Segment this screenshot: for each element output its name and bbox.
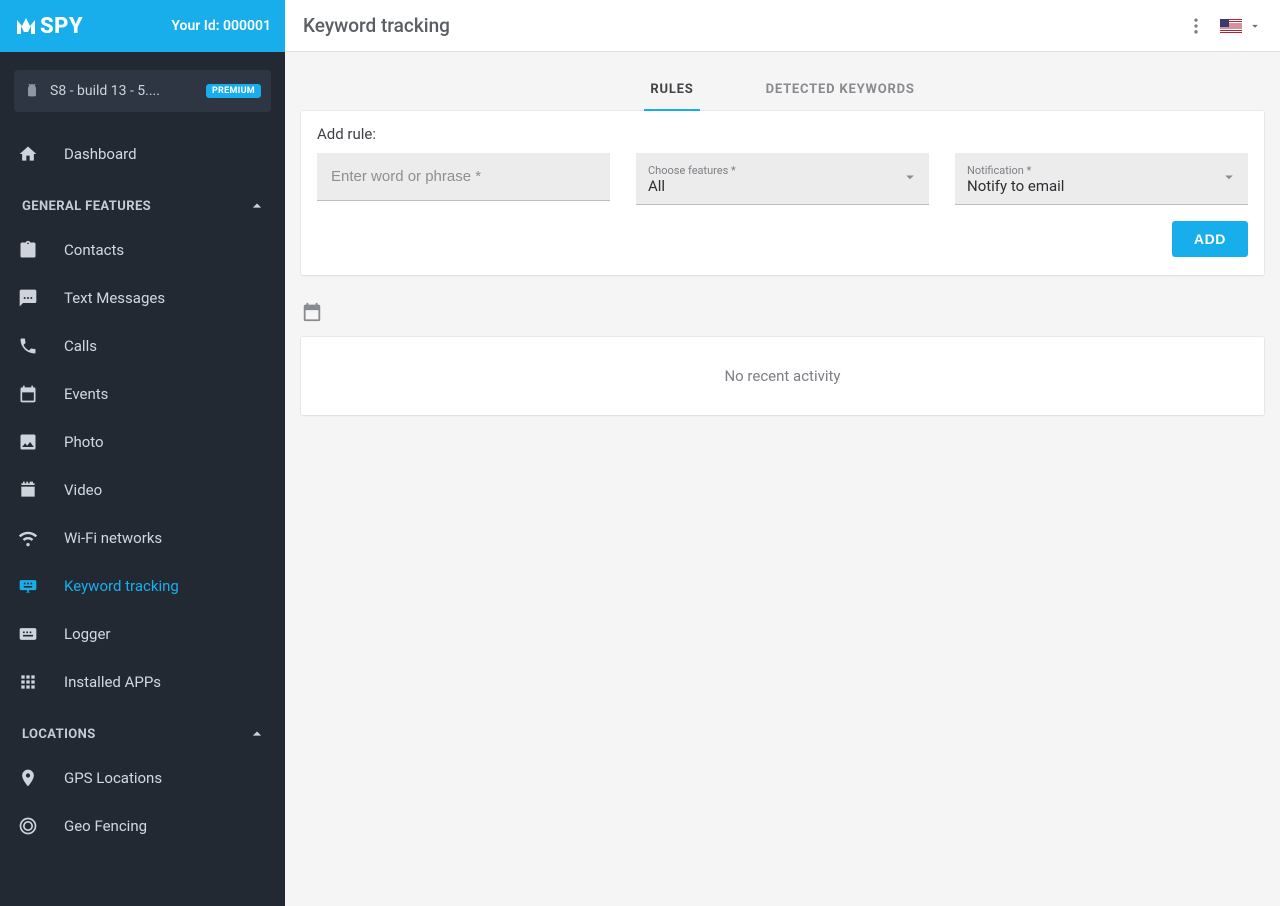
logo-mark-icon	[14, 14, 38, 38]
language-selector[interactable]	[1220, 19, 1262, 33]
notification-value: Notify to email	[967, 177, 1064, 195]
topbar-right	[1186, 16, 1262, 36]
add-rule-heading: Add rule:	[317, 125, 1248, 143]
nav-label: Keyword tracking	[64, 577, 179, 595]
android-icon	[24, 83, 40, 99]
chevron-up-icon	[247, 196, 267, 216]
logger-icon	[18, 624, 38, 644]
features-label: Choose features *	[648, 164, 736, 177]
tab-detected-keywords[interactable]: DETECTED KEYWORDS	[760, 72, 921, 111]
nav-dashboard[interactable]: Dashboard	[0, 130, 285, 178]
clipboard-icon	[18, 240, 38, 260]
features-value: All	[648, 177, 665, 195]
nav-video[interactable]: Video	[0, 466, 285, 514]
notification-label: Notification *	[967, 164, 1031, 177]
nav-keyword-tracking[interactable]: Keyword tracking	[0, 562, 285, 610]
tabs: RULES DETECTED KEYWORDS	[285, 52, 1280, 111]
nav-photo[interactable]: Photo	[0, 418, 285, 466]
sidebar: SPY Your Id: 000001 S8 - build 13 - 5...…	[0, 0, 285, 906]
chevron-up-icon	[247, 724, 267, 744]
section-general-features[interactable]: GENERAL FEATURES	[0, 178, 285, 226]
nav-gps-locations[interactable]: GPS Locations	[0, 754, 285, 802]
phone-icon	[18, 336, 38, 356]
caret-down-icon	[1220, 168, 1238, 186]
topbar: Keyword tracking	[285, 0, 1280, 52]
premium-badge: PREMIUM	[206, 84, 261, 98]
content: RULES DETECTED KEYWORDS Add rule: Choose…	[285, 52, 1280, 906]
wifi-icon	[18, 528, 38, 548]
more-menu-icon[interactable]	[1186, 16, 1206, 36]
features-select[interactable]: Choose features * All	[636, 153, 929, 205]
page-title: Keyword tracking	[303, 14, 450, 37]
nav-label: Contacts	[64, 241, 124, 259]
caret-down-icon	[901, 168, 919, 186]
empty-text: No recent activity	[724, 367, 840, 385]
nav-label: Video	[64, 481, 102, 499]
nav-label: Installed APPs	[64, 673, 161, 691]
nav-label: Calls	[64, 337, 97, 355]
nav-label: Logger	[64, 625, 111, 643]
nav-calls[interactable]: Calls	[0, 322, 285, 370]
nav-label: Geo Fencing	[64, 817, 147, 835]
nav-wifi[interactable]: Wi-Fi networks	[0, 514, 285, 562]
add-button-row: ADD	[317, 221, 1248, 257]
nav-contacts[interactable]: Contacts	[0, 226, 285, 274]
keyword-input[interactable]	[329, 167, 598, 186]
sidebar-header: SPY Your Id: 000001	[0, 0, 285, 52]
nav-label: Events	[64, 385, 108, 403]
nav-label: Dashboard	[64, 145, 137, 163]
nav-label: Text Messages	[64, 289, 165, 307]
nav-geo-fencing[interactable]: Geo Fencing	[0, 802, 285, 850]
sms-icon	[18, 288, 38, 308]
nav-label: Photo	[64, 433, 104, 451]
nav-installed-apps[interactable]: Installed APPs	[0, 658, 285, 706]
add-rule-row: Choose features * All Notification * Not…	[317, 153, 1248, 205]
keyboard-icon	[18, 576, 38, 596]
brand-logo[interactable]: SPY	[14, 14, 83, 39]
your-id[interactable]: Your Id: 000001	[171, 18, 271, 34]
section-title: LOCATIONS	[22, 727, 96, 742]
apps-icon	[18, 672, 38, 692]
main: Keyword tracking RULES DETECTED KEYWORDS…	[285, 0, 1280, 906]
calendar-row	[285, 301, 1280, 337]
nav-logger[interactable]: Logger	[0, 610, 285, 658]
device-selector[interactable]: S8 - build 13 - 5.... PREMIUM	[14, 70, 271, 112]
target-icon	[18, 816, 38, 836]
brand-text: SPY	[40, 14, 83, 39]
caret-down-icon	[1248, 19, 1262, 33]
photo-icon	[18, 432, 38, 452]
device-name: S8 - build 13 - 5....	[50, 83, 196, 99]
home-icon	[18, 144, 38, 164]
add-rule-card: Add rule: Choose features * All Notifica…	[301, 111, 1264, 275]
nav-label: GPS Locations	[64, 769, 162, 787]
pin-icon	[18, 768, 38, 788]
activity-card: No recent activity	[301, 337, 1264, 415]
nav-label: Wi-Fi networks	[64, 529, 162, 547]
video-icon	[18, 480, 38, 500]
add-button[interactable]: ADD	[1172, 221, 1248, 257]
nav-text-messages[interactable]: Text Messages	[0, 274, 285, 322]
section-locations[interactable]: LOCATIONS	[0, 706, 285, 754]
section-title: GENERAL FEATURES	[22, 199, 151, 214]
keyword-input-wrap	[317, 153, 610, 201]
calendar-icon[interactable]	[301, 301, 323, 323]
us-flag-icon	[1220, 19, 1242, 33]
tab-rules[interactable]: RULES	[644, 72, 699, 111]
nav-events[interactable]: Events	[0, 370, 285, 418]
notification-select[interactable]: Notification * Notify to email	[955, 153, 1248, 205]
event-icon	[18, 384, 38, 404]
